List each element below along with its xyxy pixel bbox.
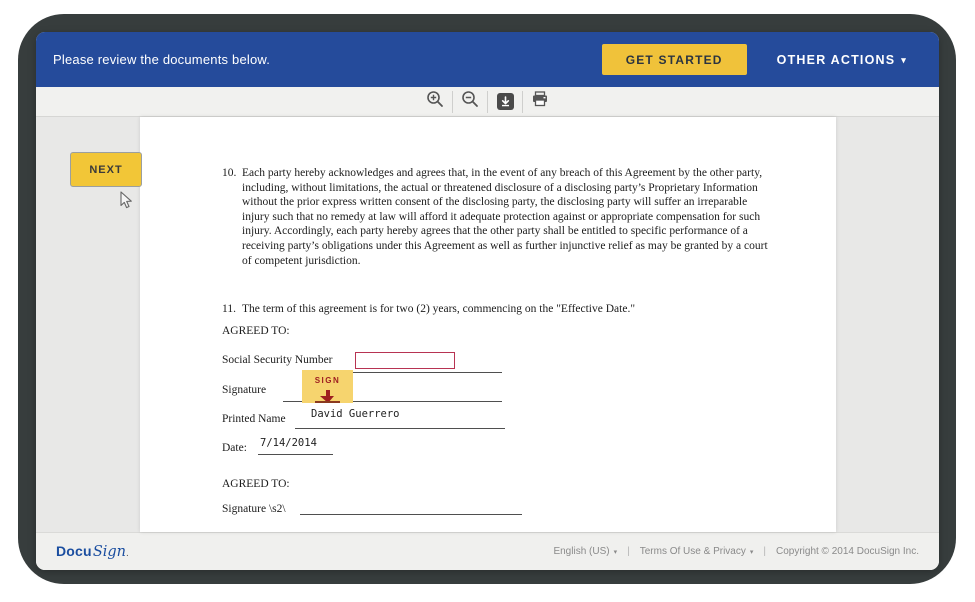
date-label: Date: <box>222 441 247 456</box>
document-viewport: 10. Each party hereby acknowledges and a… <box>36 117 939 532</box>
other-actions-menu[interactable]: OTHER ACTIONS ▾ <box>777 53 907 67</box>
mouse-cursor-icon <box>120 191 133 214</box>
review-banner: Please review the documents below. GET S… <box>36 32 939 87</box>
terms-label: Terms Of Use & Privacy <box>640 546 746 557</box>
ssn-input-field[interactable] <box>355 352 455 369</box>
document-content: 10. Each party hereby acknowledges and a… <box>140 117 836 532</box>
sign-tab-label: SIGN <box>302 370 353 389</box>
zoom-out-button[interactable] <box>453 87 487 116</box>
signature2-label: Signature \s2\ <box>222 502 286 517</box>
printed-name-value: David Guerrero <box>311 407 400 422</box>
clause-text: Each party hereby acknowledges and agree… <box>242 166 770 268</box>
clause-number: 10. <box>222 166 242 268</box>
banner-message: Please review the documents below. <box>36 52 270 67</box>
next-button[interactable]: NEXT <box>70 152 142 187</box>
document-page: 10. Each party hereby acknowledges and a… <box>140 117 836 532</box>
document-toolbar <box>36 87 939 117</box>
clause-11: 11. The term of this agreement is for tw… <box>222 302 770 317</box>
printed-name-label: Printed Name <box>222 412 286 427</box>
ssn-label: Social Security Number <box>222 353 333 368</box>
footer-links: English (US) ▾ | Terms Of Use & Privacy … <box>553 546 919 557</box>
logo-text-dot: . <box>126 548 129 559</box>
terms-privacy-link[interactable]: Terms Of Use & Privacy ▾ <box>640 546 754 557</box>
zoom-out-icon <box>461 90 479 113</box>
window-footer: Docu Sign . English (US) ▾ | Terms Of Us… <box>36 532 939 570</box>
agreed-to-heading-1: AGREED TO: <box>222 324 290 339</box>
footer-separator: | <box>763 546 766 557</box>
docusign-logo: Docu Sign . <box>56 543 129 560</box>
docusign-window: Please review the documents below. GET S… <box>36 32 939 570</box>
download-button[interactable] <box>488 87 522 116</box>
chevron-down-icon: ▾ <box>750 548 754 556</box>
toolbar-icons <box>418 87 557 116</box>
ssn-underline <box>345 372 502 373</box>
sign-tab-base-line <box>315 401 340 403</box>
signature2-underline <box>300 514 522 515</box>
print-icon <box>531 91 549 112</box>
language-selector[interactable]: English (US) ▾ <box>553 546 617 557</box>
logo-text-sign: Sign <box>93 544 126 560</box>
printed-name-underline <box>295 428 505 429</box>
other-actions-label: OTHER ACTIONS <box>777 53 896 67</box>
language-label: English (US) <box>553 546 609 557</box>
chevron-down-icon: ▾ <box>901 55 907 66</box>
banner-actions: GET STARTED OTHER ACTIONS ▾ <box>602 44 939 75</box>
date-underline <box>258 454 333 455</box>
clause-text: The term of this agreement is for two (2… <box>242 302 770 317</box>
clause-10: 10. Each party hereby acknowledges and a… <box>222 166 770 268</box>
clause-number: 11. <box>222 302 242 317</box>
date-value: 7/14/2014 <box>260 436 317 451</box>
zoom-in-button[interactable] <box>418 87 452 116</box>
get-started-button[interactable]: GET STARTED <box>602 44 747 75</box>
page: Please review the documents below. GET S… <box>0 0 975 602</box>
sign-here-tab[interactable]: SIGN <box>302 370 353 403</box>
footer-separator: | <box>627 546 630 557</box>
chevron-down-icon: ▾ <box>614 548 618 556</box>
print-button[interactable] <box>523 87 557 116</box>
signature-label: Signature <box>222 383 266 398</box>
zoom-in-icon <box>426 90 444 113</box>
copyright-text: Copyright © 2014 DocuSign Inc. <box>776 546 919 557</box>
download-icon <box>497 93 514 110</box>
logo-text-docu: Docu <box>56 543 92 559</box>
agreed-to-heading-2: AGREED TO: <box>222 477 290 492</box>
